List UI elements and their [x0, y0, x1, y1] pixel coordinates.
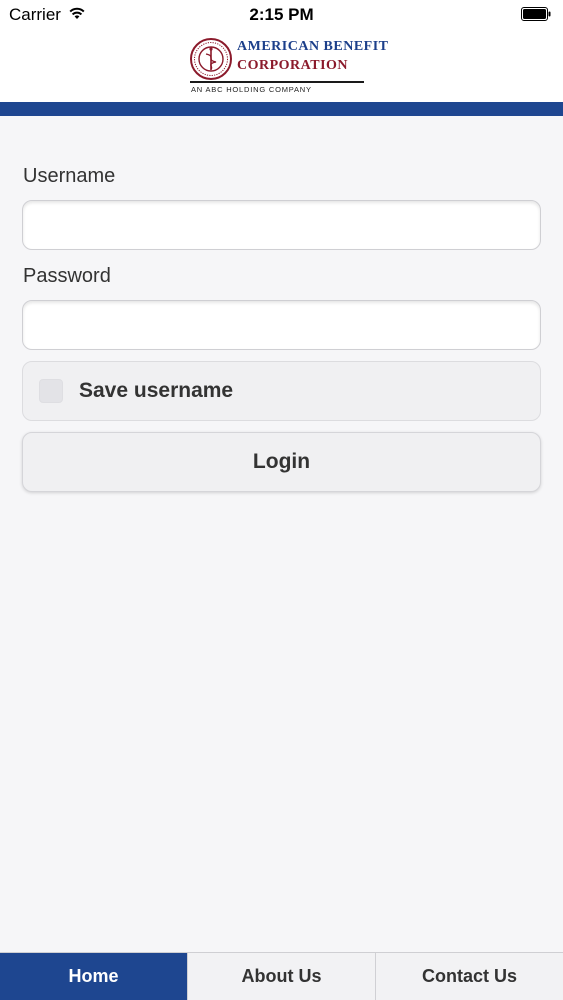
- save-username-label: Save username: [79, 379, 234, 402]
- brand-name-line1: AMERICAN BENEFIT: [237, 39, 389, 54]
- save-username-checkbox[interactable]: [39, 379, 63, 403]
- brand-divider: [190, 81, 364, 83]
- login-button[interactable]: Login: [22, 432, 541, 492]
- tab-home[interactable]: Home: [0, 953, 187, 1000]
- abc-seal-logo: [190, 38, 232, 80]
- status-bar: Carrier 2:15 PM: [0, 0, 563, 30]
- brand-name-line2: CORPORATION: [237, 58, 349, 73]
- header-accent-bar: [0, 102, 563, 116]
- username-label: Username: [23, 165, 116, 187]
- password-input[interactable]: [22, 300, 541, 350]
- password-label: Password: [23, 265, 111, 287]
- tab-about-us[interactable]: About Us: [187, 953, 375, 1000]
- username-input[interactable]: [22, 200, 541, 250]
- brand-tagline: AN ABC HOLDING COMPANY: [191, 85, 312, 94]
- logo-header: AMERICAN BENEFIT CORPORATION AN ABC HOLD…: [0, 30, 563, 102]
- battery-full-icon: [521, 7, 551, 21]
- tab-contact-us[interactable]: Contact Us: [375, 953, 563, 1000]
- save-username-toggle[interactable]: Save username: [22, 361, 541, 421]
- bottom-nav: Home About Us Contact Us: [0, 952, 563, 1000]
- status-time: 2:15 PM: [249, 5, 314, 24]
